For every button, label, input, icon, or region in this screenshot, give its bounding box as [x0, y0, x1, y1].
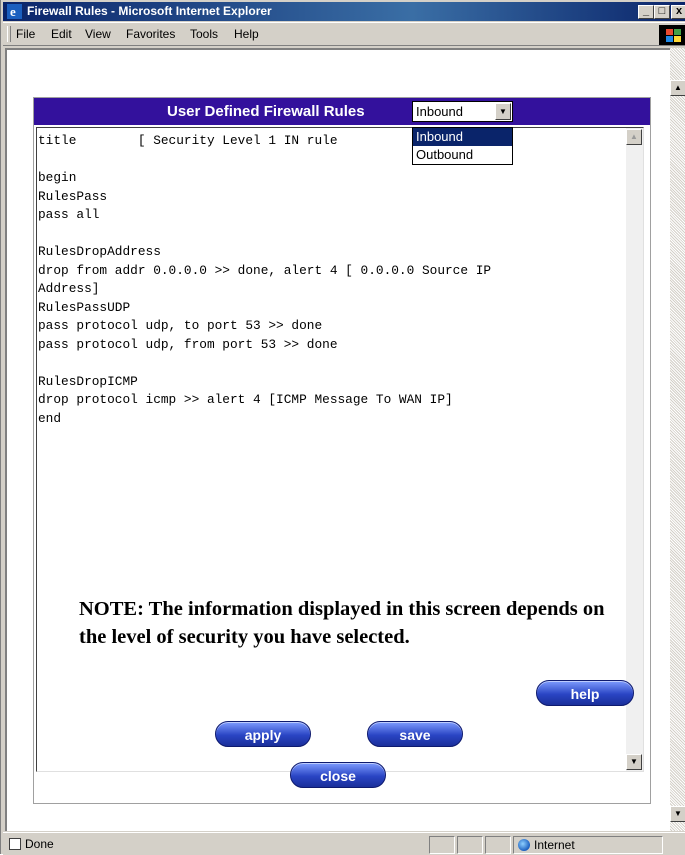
direction-dropdown-list: Inbound Outbound [412, 127, 513, 165]
window-title: Firewall Rules - Microsoft Internet Expl… [27, 4, 272, 18]
firewall-rules-panel: User Defined Firewall Rules Inbound ▼ In… [33, 97, 651, 804]
close-window-button[interactable]: x [671, 5, 685, 19]
status-cell: Done [5, 836, 427, 854]
status-pane [457, 836, 483, 854]
zone-text: Internet [534, 838, 575, 852]
menu-help[interactable]: Help [234, 27, 259, 41]
browser-window: e Firewall Rules - Microsoft Internet Ex… [0, 0, 685, 855]
menu-bar: File Edit View Favorites Tools Help [3, 22, 685, 46]
restore-button[interactable]: □ [654, 5, 670, 19]
textarea-scroll-down-button[interactable]: ▼ [626, 754, 642, 770]
status-bar: Done Internet [3, 832, 685, 855]
minimize-button[interactable]: _ [638, 5, 654, 19]
globe-icon [518, 839, 530, 851]
option-inbound[interactable]: Inbound [413, 128, 512, 146]
option-outbound[interactable]: Outbound [413, 146, 512, 164]
menu-view[interactable]: View [85, 27, 111, 41]
status-pane [429, 836, 455, 854]
page-scrollbar[interactable]: ▲ ▼ [670, 48, 685, 831]
menu-tools[interactable]: Tools [190, 27, 218, 41]
apply-button[interactable]: apply [215, 721, 311, 747]
textarea-scroll-up-button[interactable]: ▲ [626, 129, 642, 145]
chevron-down-icon[interactable]: ▼ [495, 103, 511, 120]
scroll-down-button[interactable]: ▼ [670, 806, 685, 822]
menu-edit[interactable]: Edit [51, 27, 72, 41]
direction-select-value: Inbound [416, 104, 463, 119]
zone-cell: Internet [513, 836, 663, 854]
windows-logo-icon [659, 25, 685, 45]
rules-textarea[interactable]: title [ Security Level 1 IN rule begin R… [36, 127, 644, 772]
security-note: NOTE: The information displayed in this … [79, 598, 605, 648]
textarea-scrollbar[interactable]: ▲ ▼ [626, 128, 643, 771]
status-text: Done [25, 837, 54, 851]
panel-header: User Defined Firewall Rules Inbound ▼ [34, 98, 650, 125]
save-button[interactable]: save [367, 721, 463, 747]
title-bar[interactable]: e Firewall Rules - Microsoft Internet Ex… [3, 2, 685, 21]
panel-title: User Defined Firewall Rules [167, 103, 365, 120]
direction-select[interactable]: Inbound ▼ [412, 101, 513, 122]
rules-text: title [ Security Level 1 IN rule begin R… [38, 133, 492, 426]
page-icon [9, 838, 21, 850]
help-button[interactable]: help [536, 680, 634, 706]
svg-text:e: e [10, 4, 16, 19]
scroll-up-button[interactable]: ▲ [670, 80, 685, 96]
status-pane [485, 836, 511, 854]
ie-logo-icon: e [7, 4, 22, 19]
menu-favorites[interactable]: Favorites [126, 27, 175, 41]
menu-file[interactable]: File [16, 27, 35, 41]
close-button[interactable]: close [290, 762, 386, 788]
toolbar-grip [7, 26, 11, 42]
